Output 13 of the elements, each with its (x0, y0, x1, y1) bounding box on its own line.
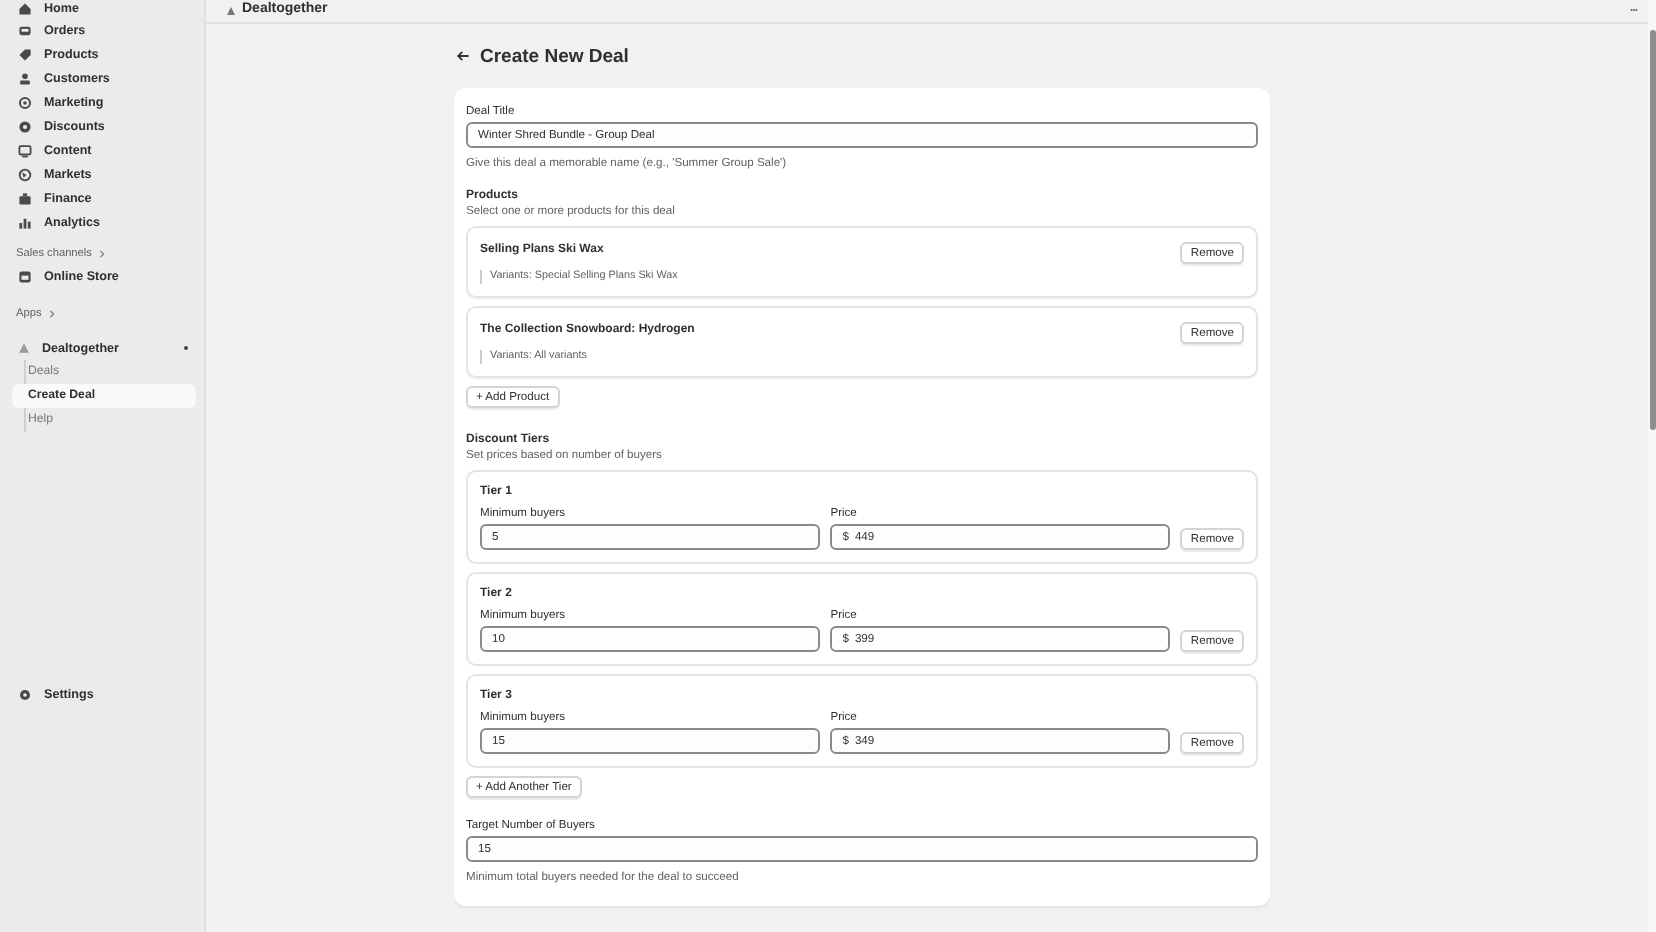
storefront-icon (18, 269, 32, 283)
back-button[interactable] (454, 50, 472, 62)
home-icon (18, 2, 32, 16)
scrollbar-thumb[interactable] (1650, 30, 1656, 430)
bar-chart-icon (18, 215, 32, 229)
bank-icon (18, 191, 32, 205)
app-icon (226, 5, 236, 15)
person-icon (18, 71, 32, 85)
page-title: Create New Deal (480, 45, 629, 67)
app-icon (18, 342, 30, 354)
target-icon (18, 95, 32, 109)
inbox-icon (18, 23, 32, 37)
tag-icon (18, 47, 32, 61)
